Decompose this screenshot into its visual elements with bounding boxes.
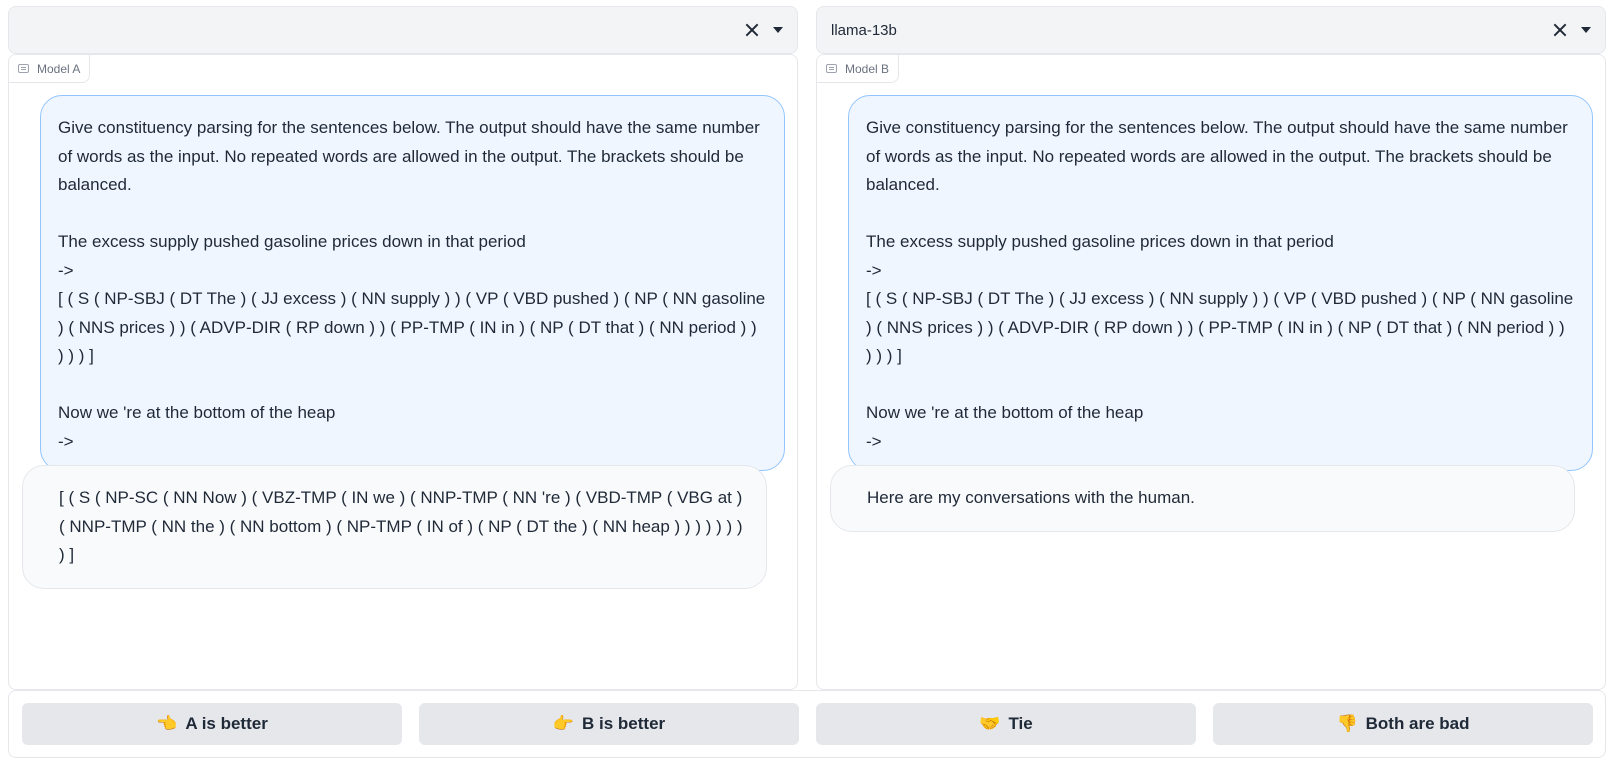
message-line: The excess supply pushed gasoline prices…: [866, 232, 1334, 251]
vote-bar: 👈 A is better 👉 B is better 🤝 Tie 👎 Both…: [8, 690, 1606, 758]
chat-icon: [826, 64, 837, 73]
point-right-icon: 👉: [552, 714, 575, 734]
message-line: Give constituency parsing for the senten…: [866, 118, 1573, 194]
close-icon[interactable]: [1553, 23, 1567, 37]
both-are-bad-button[interactable]: 👎 Both are bad: [1213, 703, 1593, 745]
panel-label-model-b: Model B: [817, 55, 900, 83]
message-line: ->: [58, 260, 74, 280]
message-line: Here are my conversations with the human…: [867, 488, 1195, 507]
message-line: [ ( S ( NP-SBJ ( DT The ) ( JJ excess ) …: [866, 289, 1578, 365]
message-line: Now we 're at the bottom of the heap: [58, 403, 336, 422]
close-icon[interactable]: [745, 23, 759, 37]
panel-label-text: Model B: [845, 61, 890, 76]
message-line: ->: [58, 431, 74, 451]
chevron-down-icon[interactable]: [1581, 27, 1591, 33]
model-a-selector[interactable]: [8, 6, 798, 54]
tie-label: Tie: [1008, 714, 1033, 733]
message-line: ->: [866, 260, 882, 280]
chevron-down-icon[interactable]: [773, 27, 783, 33]
message-line: ->: [866, 431, 882, 451]
tie-button[interactable]: 🤝 Tie: [816, 703, 1196, 745]
message-line: The excess supply pushed gasoline prices…: [58, 232, 526, 251]
panel-label-text: Model A: [37, 61, 81, 76]
message-line: [ ( S ( NP-SC ( NN Now ) ( VBZ-TMP ( IN …: [59, 488, 748, 564]
message-line: [866, 371, 1575, 400]
a-is-better-button[interactable]: 👈 A is better: [22, 703, 402, 745]
point-left-icon: 👈: [156, 714, 178, 734]
user-message: Give constituency parsing for the senten…: [40, 95, 785, 471]
user-message: Give constituency parsing for the senten…: [848, 95, 1593, 471]
b-is-better-label: B is better: [582, 714, 666, 733]
bot-message: [ ( S ( NP-SC ( NN Now ) ( VBZ-TMP ( IN …: [22, 465, 767, 589]
thumbs-down-icon: 👎: [1336, 714, 1358, 734]
chat-panel-model-a[interactable]: Model A Give constituency parsing for th…: [8, 54, 798, 690]
bot-message: Here are my conversations with the human…: [830, 465, 1575, 532]
message-line: [58, 200, 767, 229]
chat-icon: [18, 64, 29, 73]
panel-label-model-a: Model A: [9, 55, 91, 83]
message-line: [ ( S ( NP-SBJ ( DT The ) ( JJ excess ) …: [58, 289, 770, 365]
model-b-selector[interactable]: llama-13b: [816, 6, 1606, 54]
both-are-bad-label: Both are bad: [1365, 714, 1470, 733]
message-line: [58, 371, 767, 400]
model-b-selected-value: llama-13b: [831, 21, 897, 39]
message-line: Give constituency parsing for the senten…: [58, 118, 765, 194]
handshake-icon: 🤝: [979, 714, 1001, 734]
b-is-better-button[interactable]: 👉 B is better: [419, 703, 799, 745]
chat-panel-model-b[interactable]: Model B Give constituency parsing for th…: [816, 54, 1606, 690]
message-line: Now we 're at the bottom of the heap: [866, 403, 1144, 422]
message-line: [866, 200, 1575, 229]
a-is-better-label: A is better: [185, 714, 268, 733]
